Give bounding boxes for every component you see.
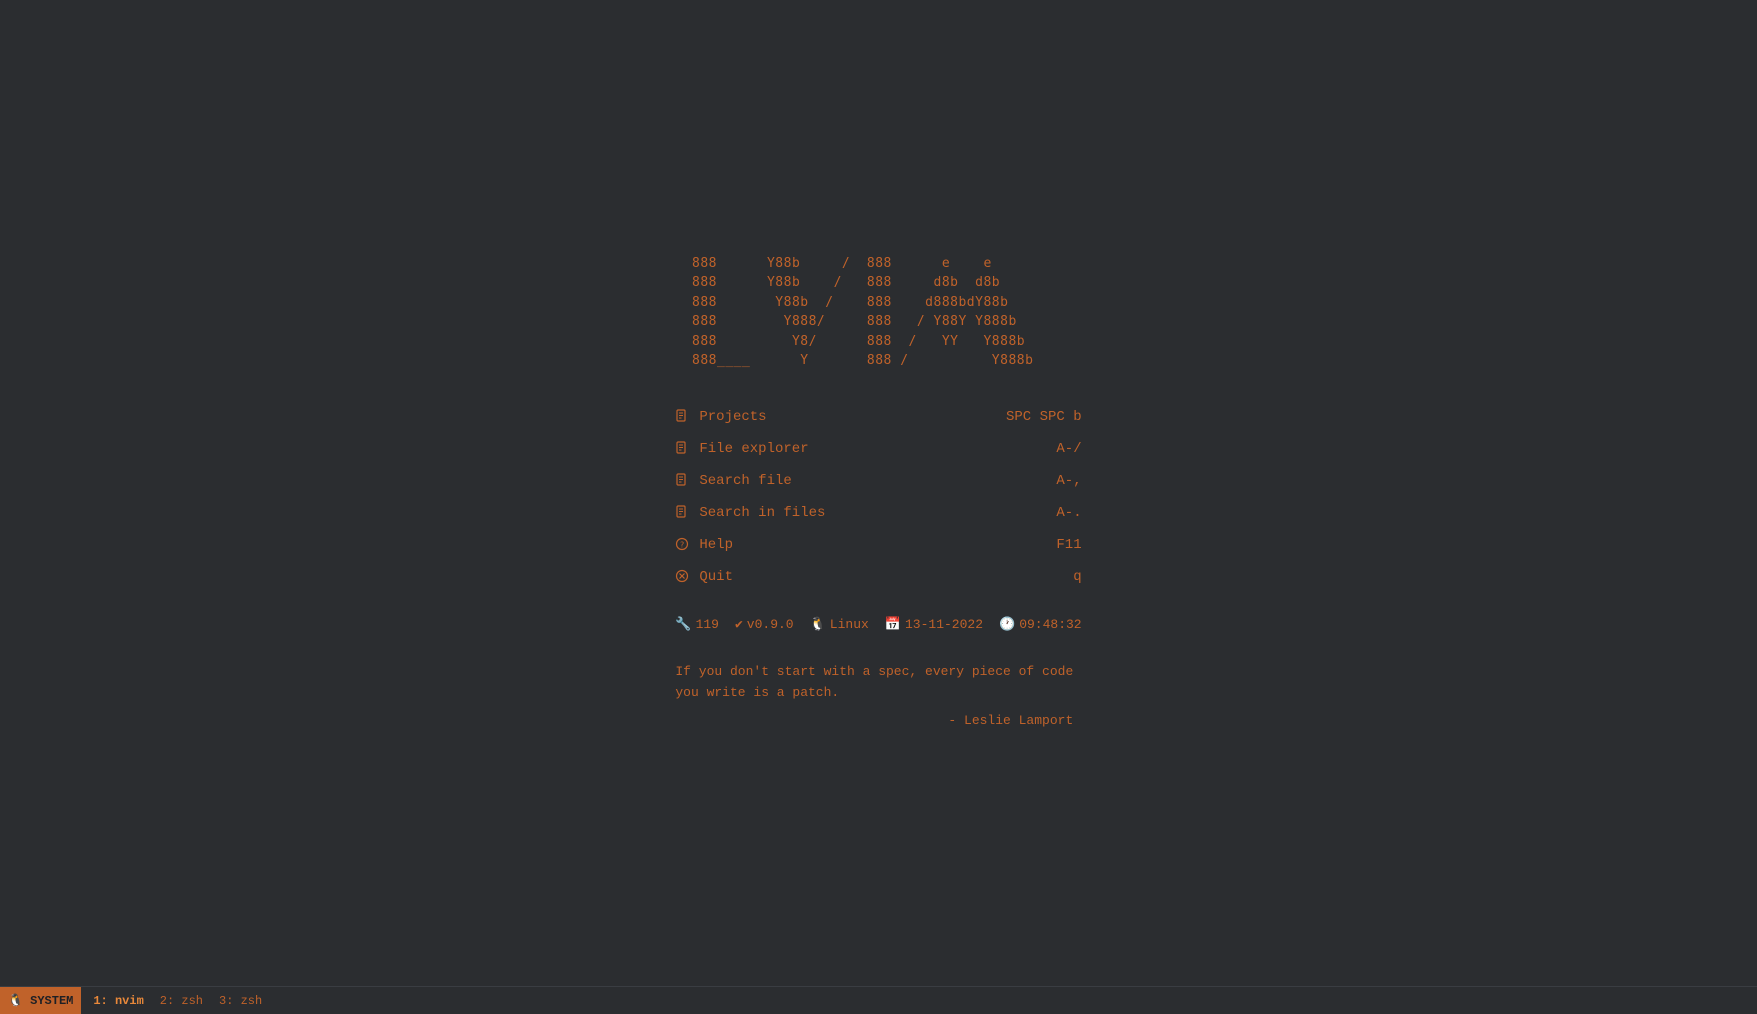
menu-section: Projects SPC SPC b File explorer [675,401,1081,593]
tmux-windows: 1: nvim 2: zsh 3: zsh [81,994,262,1008]
search-in-files-label: Search in files [699,505,825,521]
doc-icon-file-explorer [675,441,689,457]
status-os-item: 🐧 Linux [810,617,869,632]
quote-text: If you don't start with a spec, every pi… [675,662,1073,704]
search-file-shortcut: A-, [1056,473,1081,489]
search-in-files-shortcut: A-. [1056,505,1081,521]
help-shortcut: F11 [1056,537,1081,553]
menu-item-left-search-in-files: Search in files [675,505,825,521]
status-date: 13-11-2022 [905,617,983,632]
menu-item-left-help: ? Help [675,537,733,553]
checkmark-icon: ✔ [735,617,743,632]
menu-item-left-quit: Quit [675,569,733,585]
center-content: 888 Y88b / 888 e e 888 Y88b / 888 d8b d8… [675,254,1081,732]
status-count: 119 [696,617,719,632]
status-time-item: 🕐 09:48:32 [999,617,1082,632]
doc-icon-search-in-files [675,505,689,521]
bottom-bar: 🐧 SYSTEM 1: nvim 2: zsh 3: zsh [0,986,1757,1014]
quote-attribution: - Leslie Lamport [675,711,1073,732]
main-area: 888 Y88b / 888 e e 888 Y88b / 888 d8b d8… [0,0,1757,986]
tmux-window-3[interactable]: 3: zsh [219,994,262,1008]
calendar-icon: 📅 [885,617,901,632]
menu-item-left-projects: Projects [675,409,766,425]
status-version: v0.9.0 [747,617,794,632]
menu-item-file-explorer[interactable]: File explorer A-/ [675,433,1081,465]
ascii-logo: 888 Y88b / 888 e e 888 Y88b / 888 d8b d8… [675,254,1033,371]
status-time: 09:48:32 [1019,617,1081,632]
status-wrench: 🔧 119 [675,617,719,632]
tmux-window-2[interactable]: 2: zsh [160,994,203,1008]
system-label: 🐧 SYSTEM [8,993,73,1008]
projects-label: Projects [699,409,766,425]
status-info-bar: 🔧 119 ✔ v0.9.0 🐧 Linux 📅 13-11-2022 🕐 09… [675,617,1081,632]
menu-item-search-file[interactable]: Search file A-, [675,465,1081,497]
menu-item-left-file-explorer: File explorer [675,441,808,457]
status-date-item: 📅 13-11-2022 [885,617,983,632]
system-badge: 🐧 SYSTEM [0,987,81,1014]
file-explorer-label: File explorer [699,441,808,457]
menu-item-search-in-files[interactable]: Search in files A-. [675,497,1081,529]
circle-x-icon-quit [675,569,689,585]
question-icon-help: ? [675,537,689,553]
linux-icon: 🐧 [810,617,826,632]
doc-icon-search-file [675,473,689,489]
status-version-item: ✔ v0.9.0 [735,617,794,632]
quote-section: If you don't start with a spec, every pi… [675,662,1073,732]
menu-item-help[interactable]: ? Help F11 [675,529,1081,561]
svg-text:?: ? [680,541,685,550]
search-file-label: Search file [699,473,791,489]
help-label: Help [699,537,733,553]
tmux-window-1[interactable]: 1: nvim [93,994,143,1008]
menu-item-quit[interactable]: Quit q [675,561,1081,593]
quit-shortcut: q [1073,569,1081,585]
doc-icon-projects [675,409,689,425]
menu-item-left-search-file: Search file [675,473,791,489]
file-explorer-shortcut: A-/ [1056,441,1081,457]
wrench-icon: 🔧 [675,617,691,632]
projects-shortcut: SPC SPC b [1006,409,1082,425]
quit-label: Quit [699,569,733,585]
status-os: Linux [830,617,869,632]
menu-item-projects[interactable]: Projects SPC SPC b [675,401,1081,433]
clock-icon: 🕐 [999,617,1015,632]
